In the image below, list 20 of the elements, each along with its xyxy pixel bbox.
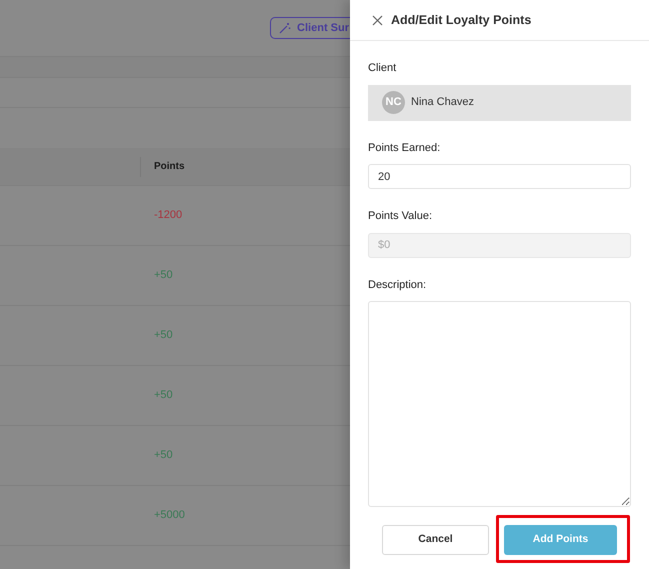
- description-field[interactable]: [368, 301, 631, 507]
- close-icon[interactable]: [372, 14, 383, 26]
- column-header: Points: [154, 160, 185, 174]
- avatar: NC: [382, 91, 405, 114]
- points-cell-text: +50: [154, 448, 173, 464]
- field-label: Client: [368, 61, 398, 76]
- points-cell-text: +50: [154, 388, 173, 404]
- field-label: Points Value:: [368, 209, 434, 224]
- panel-title: Add/Edit Loyalty Points: [391, 12, 532, 29]
- magic-wand-icon: [279, 22, 292, 34]
- points-cell-text: +50: [154, 328, 173, 344]
- points-cell-text: +50: [154, 268, 173, 284]
- points-cell-text: -1200: [154, 208, 182, 224]
- client-field[interactable]: NC Nina Chavez: [368, 84, 631, 120]
- points-cell-text: +5000: [154, 508, 185, 524]
- field-label: Description:: [368, 278, 428, 292]
- field-label: Points Earned:: [368, 140, 442, 156]
- client-name: Nina Chavez: [411, 95, 474, 110]
- cancel-button[interactable]: Cancel: [382, 525, 489, 555]
- points-earned-field[interactable]: 20: [368, 164, 631, 189]
